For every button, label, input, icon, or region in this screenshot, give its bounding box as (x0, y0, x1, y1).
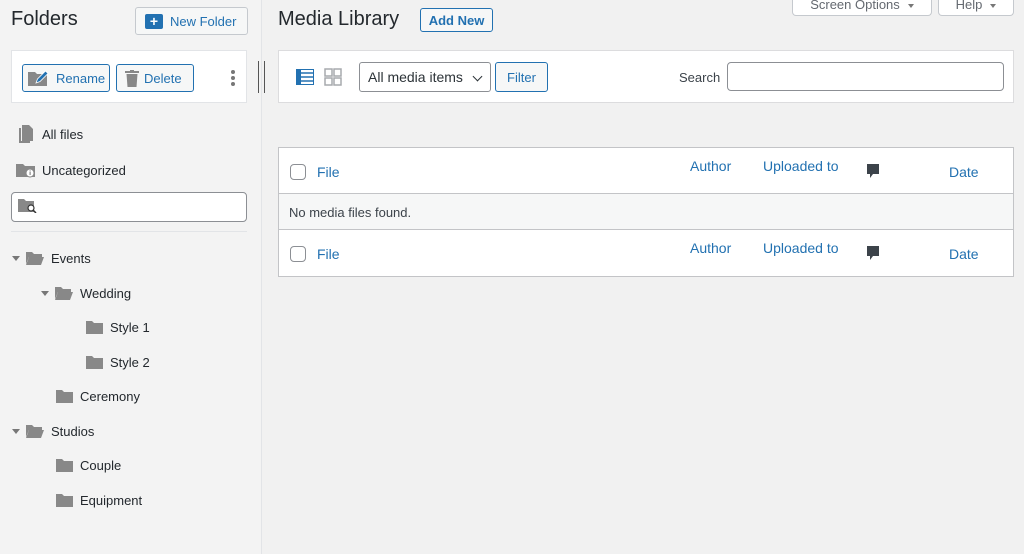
file-icon (16, 125, 36, 143)
select-all-checkbox[interactable] (290, 164, 306, 180)
tree-label: Ceremony (80, 388, 140, 404)
folder-search-field[interactable] (11, 192, 247, 222)
caret-down-icon[interactable] (40, 288, 50, 298)
select-all-checkbox[interactable] (290, 246, 306, 262)
tree-label: Couple (80, 457, 122, 473)
folder-icon (56, 493, 73, 507)
column-author-header[interactable]: Author (690, 158, 731, 174)
tree-label: Events (51, 250, 91, 266)
media-search-input[interactable] (727, 62, 1004, 91)
column-uploaded-to-header[interactable]: Uploaded to (763, 158, 839, 174)
all-files-link[interactable]: All files (16, 125, 83, 143)
new-folder-button[interactable]: + New Folder (135, 7, 248, 35)
sidebar-divider (11, 231, 247, 232)
folder-icon (56, 458, 73, 472)
help-label: Help (955, 0, 983, 12)
column-author-footer[interactable]: Author (690, 240, 731, 256)
sidebar-resize-handle[interactable] (258, 61, 265, 93)
trash-icon (125, 69, 139, 87)
comment-icon[interactable] (866, 245, 880, 261)
media-table: File Author Uploaded to Date No media fi… (278, 147, 1014, 277)
table-footer-row: File Author Uploaded to Date (279, 230, 1013, 276)
plus-icon: + (145, 13, 163, 29)
tree-label: Style 2 (110, 354, 150, 370)
uncategorized-label: Uncategorized (42, 162, 126, 178)
list-view-icon[interactable] (295, 67, 315, 87)
folder-open-icon (55, 286, 73, 300)
tree-item-style-2[interactable]: Style 2 (86, 352, 150, 372)
tree-label: Equipment (80, 492, 143, 508)
chevron-down-icon (472, 71, 483, 82)
caret-down-icon (990, 3, 997, 8)
caret-down-icon[interactable] (11, 426, 21, 436)
tree-item-couple[interactable]: Couple (56, 455, 121, 475)
uncategorized-link[interactable]: Uncategorized (16, 162, 126, 178)
media-toolbar: All media items Filter Search (278, 50, 1014, 103)
search-label: Search (679, 70, 721, 85)
column-date-footer[interactable]: Date (949, 246, 979, 262)
folder-icon (86, 320, 103, 334)
caret-down-icon[interactable] (11, 253, 21, 263)
comment-icon[interactable] (866, 163, 880, 179)
column-file-footer[interactable]: File (317, 246, 340, 262)
tree-item-events[interactable]: Events (11, 248, 91, 268)
folder-open-icon (26, 251, 44, 265)
tree-item-equipment[interactable]: Equipment (56, 490, 142, 510)
delete-label: Delete (144, 70, 182, 86)
folder-edit-icon (27, 69, 51, 87)
folder-info-icon (16, 162, 36, 178)
folder-icon (56, 389, 73, 403)
tree-label: Studios (51, 423, 95, 439)
media-type-value: All media items (368, 69, 463, 85)
tree-label: Wedding (80, 285, 132, 301)
folders-sidebar: Folders + New Folder Rename Delete All f… (0, 0, 262, 554)
delete-button[interactable]: Delete (116, 64, 194, 92)
new-folder-label: New Folder (170, 13, 237, 29)
folder-icon (86, 355, 103, 369)
folder-search-icon (18, 197, 38, 218)
empty-message: No media files found. (289, 205, 412, 220)
filter-button[interactable]: Filter (495, 62, 548, 92)
folder-open-icon (26, 424, 44, 438)
kebab-menu-icon[interactable] (231, 70, 235, 86)
table-row: No media files found. (279, 194, 1013, 230)
rename-label: Rename (56, 70, 106, 86)
all-files-label: All files (42, 126, 84, 142)
caret-down-icon (907, 3, 914, 8)
column-file-header[interactable]: File (317, 164, 340, 180)
media-type-select[interactable]: All media items (359, 62, 491, 92)
tree-item-ceremony[interactable]: Ceremony (56, 386, 140, 406)
screen-options-label: Screen Options (810, 0, 900, 12)
screen-options-tab[interactable]: Screen Options (792, 0, 932, 16)
add-new-button[interactable]: Add New (420, 8, 493, 32)
sidebar-title: Folders (11, 8, 78, 30)
page-title: Media Library (278, 8, 400, 30)
tree-label: Style 1 (110, 319, 150, 335)
column-uploaded-to-footer[interactable]: Uploaded to (763, 240, 839, 256)
tree-item-wedding[interactable]: Wedding (40, 283, 131, 303)
tree-item-style-1[interactable]: Style 1 (86, 317, 150, 337)
rename-button[interactable]: Rename (22, 64, 110, 92)
folder-actions-panel: Rename Delete (11, 50, 247, 103)
help-tab[interactable]: Help (938, 0, 1014, 16)
folder-search-input[interactable] (42, 194, 246, 220)
column-date-header[interactable]: Date (949, 164, 979, 180)
grid-view-icon[interactable] (323, 67, 343, 87)
tree-item-studios[interactable]: Studios (11, 421, 94, 441)
table-header-row: File Author Uploaded to Date (279, 148, 1013, 194)
